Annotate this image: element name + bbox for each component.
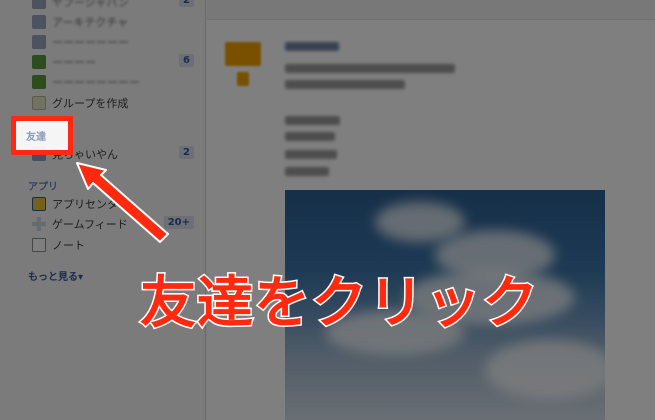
instruction-caption: 友達をクリック <box>139 270 540 338</box>
pointer-arrow-icon <box>76 162 169 243</box>
